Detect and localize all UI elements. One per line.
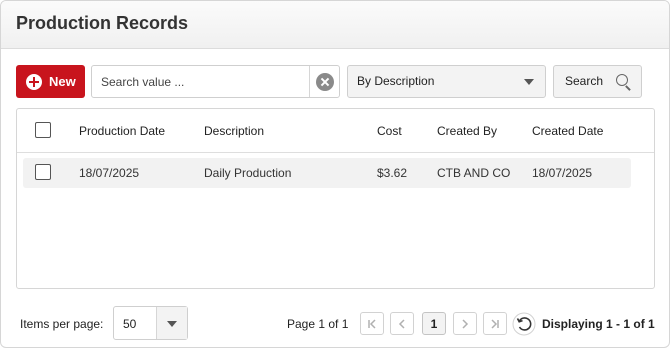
chevron-down-icon[interactable] [156,307,187,339]
search-box [91,65,340,98]
column-cost[interactable]: Cost [377,124,402,138]
prev-page-button[interactable] [390,312,414,335]
page-size-value: 50 [123,317,137,331]
cell-description: Daily Production [204,166,292,180]
new-button[interactable]: New [16,65,85,98]
records-grid: Production Date Description Cost Created… [16,108,655,289]
production-records-panel: Production Records New By Description Se… [0,0,670,348]
page-title: Production Records [16,13,189,33]
plus-icon [26,73,42,90]
page-info: Page 1 of 1 [287,317,349,331]
cell-cost: $3.62 [377,166,408,180]
search-icon [616,74,628,86]
row-checkbox[interactable] [35,164,51,180]
refresh-button[interactable] [512,312,536,336]
next-page-icon [462,318,469,329]
last-page-icon [491,318,499,329]
search-button-label: Search [565,74,604,88]
clear-icon [315,72,334,91]
first-page-button[interactable] [360,312,384,335]
page-1-button[interactable]: 1 [422,312,446,335]
column-description[interactable]: Description [204,124,264,138]
items-per-page-label: Items per page: [20,317,104,331]
grid-header: Production Date Description Cost Created… [17,109,654,153]
search-input[interactable] [92,66,308,97]
search-filter-value: By Description [357,74,435,88]
refresh-icon [512,312,536,336]
column-created-by[interactable]: Created By [437,124,497,138]
chevron-down-icon [524,79,534,85]
search-button[interactable]: Search [553,65,642,98]
next-page-button[interactable] [453,312,477,335]
new-button-label: New [49,74,76,89]
displaying-count: Displaying 1 - 1 of 1 [542,317,655,331]
table-row[interactable]: 18/07/2025 Daily Production $3.62 CTB AN… [23,158,631,188]
select-all-checkbox[interactable] [35,122,51,138]
cell-created-by: CTB AND CO [437,166,511,180]
last-page-button[interactable] [483,312,507,335]
first-page-icon [368,318,376,329]
search-filter-select[interactable]: By Description [347,65,546,98]
cell-created-date: 18/07/2025 [532,166,593,180]
current-page-number: 1 [430,316,438,331]
cell-production-date: 18/07/2025 [79,166,140,180]
column-production-date[interactable]: Production Date [79,124,165,138]
panel-header: Production Records [1,1,669,49]
page-size-select[interactable]: 50 [113,306,188,340]
clear-search-button[interactable] [309,66,339,97]
column-created-date[interactable]: Created Date [532,124,603,138]
prev-page-icon [398,318,405,329]
